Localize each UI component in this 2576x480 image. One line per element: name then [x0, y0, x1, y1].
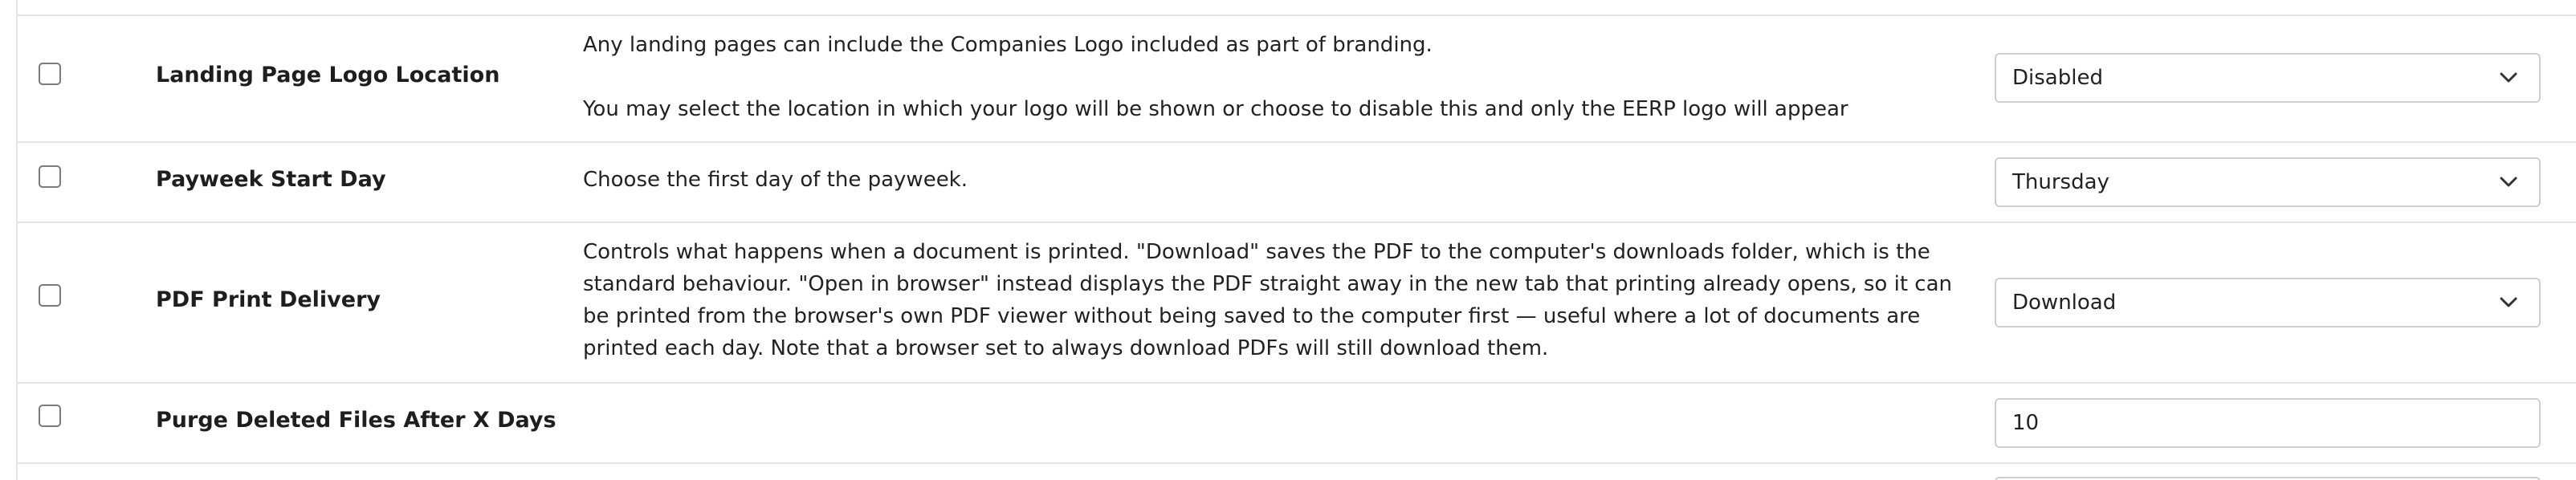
settings-table: Landing Page Logo Location Any landing p…: [16, 0, 2576, 480]
setting-row-purge-deleted-files: Purge Deleted Files After X Days 10: [18, 384, 2576, 462]
input-value: 10: [2012, 411, 2040, 435]
chevron-down-icon: [2500, 297, 2517, 307]
setting-label: Payweek Start Day: [156, 167, 386, 192]
select-value: Disabled: [2012, 66, 2103, 90]
setting-row-landing-page-logo-location: Landing Page Logo Location Any landing p…: [18, 16, 2576, 141]
setting-row-payweek-start-day: Payweek Start Day Choose the first day o…: [18, 143, 2576, 222]
setting-label: Purge Deleted Files After X Days: [156, 408, 556, 433]
setting-row-pdf-print-delivery: PDF Print Delivery Controls what happens…: [18, 223, 2576, 382]
chevron-down-icon: [2500, 72, 2517, 83]
setting-description: Choose the first day of the payweek.: [583, 168, 968, 192]
row-divider: [18, 462, 2576, 464]
chevron-down-icon: [2500, 177, 2517, 187]
payweek-start-day-select[interactable]: Thursday: [1995, 157, 2541, 207]
logo-location-select[interactable]: Disabled: [1995, 53, 2541, 103]
select-value: Thursday: [2012, 170, 2109, 194]
setting-description: Any landing pages can include the Compan…: [583, 29, 1980, 125]
next-row-control-partial[interactable]: [1995, 477, 2541, 480]
description-line: You may select the location in which you…: [583, 97, 1848, 121]
row-select-checkbox[interactable]: [39, 63, 61, 85]
setting-label: Landing Page Logo Location: [156, 63, 500, 87]
setting-label: PDF Print Delivery: [156, 287, 381, 312]
setting-description: Controls what happens when a document is…: [583, 240, 1952, 360]
pdf-print-delivery-select[interactable]: Download: [1995, 278, 2541, 327]
row-select-checkbox[interactable]: [39, 405, 61, 427]
purge-days-input[interactable]: 10: [1995, 398, 2541, 448]
row-select-checkbox[interactable]: [39, 284, 61, 307]
description-line: Any landing pages can include the Compan…: [583, 33, 1433, 57]
select-value: Download: [2012, 291, 2117, 315]
row-select-checkbox[interactable]: [39, 165, 61, 188]
